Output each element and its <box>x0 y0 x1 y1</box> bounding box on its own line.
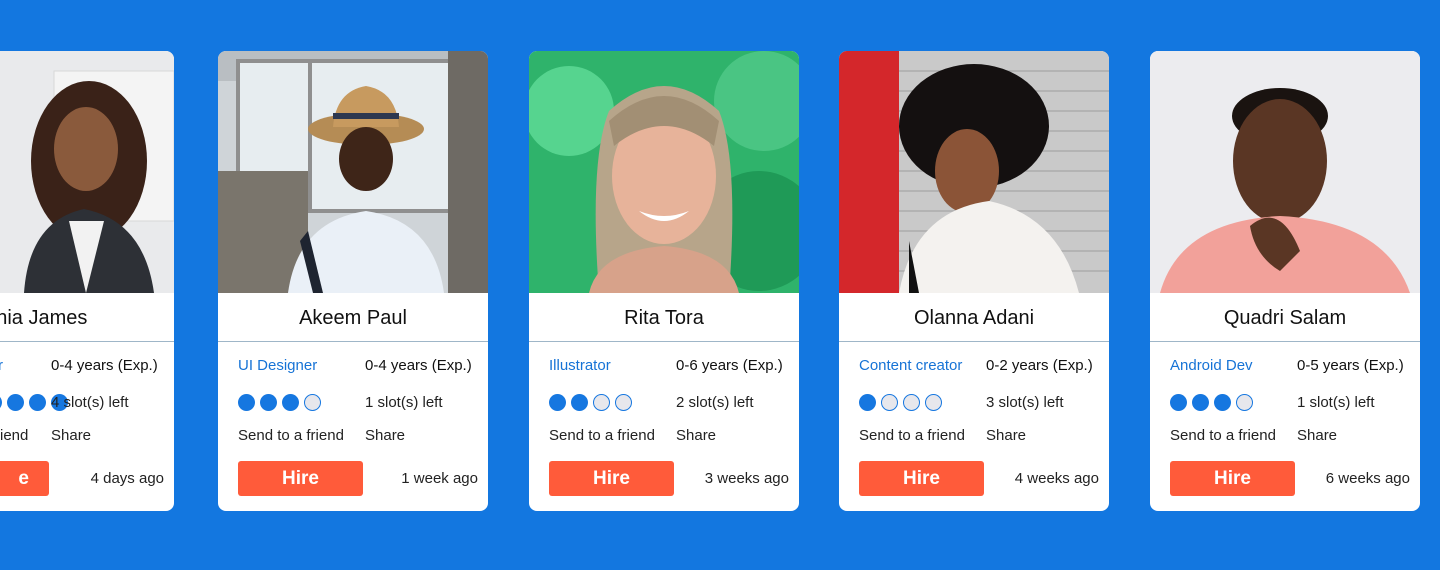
send-to-friend-link[interactable]: Send to a friend <box>1170 427 1276 444</box>
candidate-name: Quadri Salam <box>1223 307 1347 329</box>
candidate-role: Content creator <box>859 357 963 374</box>
rating-dot-empty <box>881 394 898 411</box>
slots-left: 1 slot(s) left <box>365 394 443 411</box>
send-to-friend-link[interactable]: Send to a friend <box>549 427 655 444</box>
rating-dot-filled <box>1214 394 1231 411</box>
slots-left: 2 slot(s) left <box>676 394 754 411</box>
candidate-card: thia James r 0-4 years (Exp.) 4 slot(s) … <box>0 51 174 511</box>
hire-button[interactable]: e <box>0 461 49 496</box>
hire-button[interactable]: Hire <box>1170 461 1295 496</box>
candidate-name: Akeem Paul <box>299 307 407 329</box>
share-link[interactable]: Share <box>1297 427 1337 444</box>
rating-dot-empty <box>593 394 610 411</box>
divider <box>1150 341 1420 342</box>
posted-time: 6 weeks ago <box>1325 470 1410 487</box>
candidate-name: thia James <box>0 307 88 329</box>
rating-dot-filled <box>0 394 2 411</box>
rating-dots <box>859 394 942 412</box>
rating-dot-empty <box>304 394 321 411</box>
rating-dot-filled <box>1192 394 1209 411</box>
rating-dots <box>238 394 321 412</box>
candidate-name: Olanna Adani <box>913 307 1035 329</box>
rating-dots <box>1170 394 1253 412</box>
divider <box>218 341 488 342</box>
posted-time: 4 weeks ago <box>1014 470 1099 487</box>
rating-dot-filled <box>549 394 566 411</box>
rating-dot-empty <box>615 394 632 411</box>
rating-dot-empty <box>903 394 920 411</box>
candidate-photo <box>529 51 799 293</box>
rating-dot-filled <box>571 394 588 411</box>
candidate-role: Illustrator <box>549 357 611 374</box>
candidate-name: Rita Tora <box>624 307 704 329</box>
rating-dot-filled <box>7 394 24 411</box>
rating-dot-filled <box>1170 394 1187 411</box>
candidate-card: Quadri Salam Android Dev 0-5 years (Exp.… <box>1150 51 1420 511</box>
candidate-role: r <box>0 357 3 374</box>
posted-time: 3 weeks ago <box>704 470 789 487</box>
divider <box>529 341 799 342</box>
experience-label: 0-4 years (Exp.) <box>365 357 472 374</box>
share-link[interactable]: Share <box>51 427 91 444</box>
rating-dot-empty <box>1236 394 1253 411</box>
candidate-card: Akeem Paul UI Designer 0-4 years (Exp.) … <box>218 51 488 511</box>
hire-button[interactable]: Hire <box>238 461 363 496</box>
share-link[interactable]: Share <box>676 427 716 444</box>
candidate-role: UI Designer <box>238 357 318 374</box>
hire-button[interactable]: Hire <box>549 461 674 496</box>
candidate-photo <box>218 51 488 293</box>
candidate-photo <box>0 51 174 293</box>
experience-label: 0-6 years (Exp.) <box>676 357 783 374</box>
rating-dot-filled <box>260 394 277 411</box>
rating-dot-filled <box>282 394 299 411</box>
rating-dot-empty <box>925 394 942 411</box>
slots-left: 4 slot(s) left <box>51 394 129 411</box>
candidate-card: Rita Tora Illustrator 0-6 years (Exp.) 2… <box>529 51 799 511</box>
experience-label: 0-5 years (Exp.) <box>1297 357 1404 374</box>
posted-time: 4 days ago <box>90 470 164 487</box>
candidate-photo <box>1150 51 1420 293</box>
hire-button[interactable]: Hire <box>859 461 984 496</box>
candidate-photo <box>839 51 1109 293</box>
rating-dot-filled <box>29 394 46 411</box>
candidate-carousel: thia James r 0-4 years (Exp.) 4 slot(s) … <box>0 0 1440 570</box>
rating-dot-filled <box>238 394 255 411</box>
divider <box>0 341 174 342</box>
candidate-card: Olanna Adani Content creator 0-2 years (… <box>839 51 1109 511</box>
divider <box>839 341 1109 342</box>
send-to-friend-link[interactable]: iend <box>0 427 28 444</box>
share-link[interactable]: Share <box>365 427 405 444</box>
candidate-role: Android Dev <box>1170 357 1253 374</box>
send-to-friend-link[interactable]: Send to a friend <box>859 427 965 444</box>
posted-time: 1 week ago <box>401 470 478 487</box>
share-link[interactable]: Share <box>986 427 1026 444</box>
rating-dots <box>549 394 632 412</box>
experience-label: 0-2 years (Exp.) <box>986 357 1093 374</box>
experience-label: 0-4 years (Exp.) <box>51 357 158 374</box>
slots-left: 3 slot(s) left <box>986 394 1064 411</box>
rating-dot-filled <box>859 394 876 411</box>
slots-left: 1 slot(s) left <box>1297 394 1375 411</box>
send-to-friend-link[interactable]: Send to a friend <box>238 427 344 444</box>
